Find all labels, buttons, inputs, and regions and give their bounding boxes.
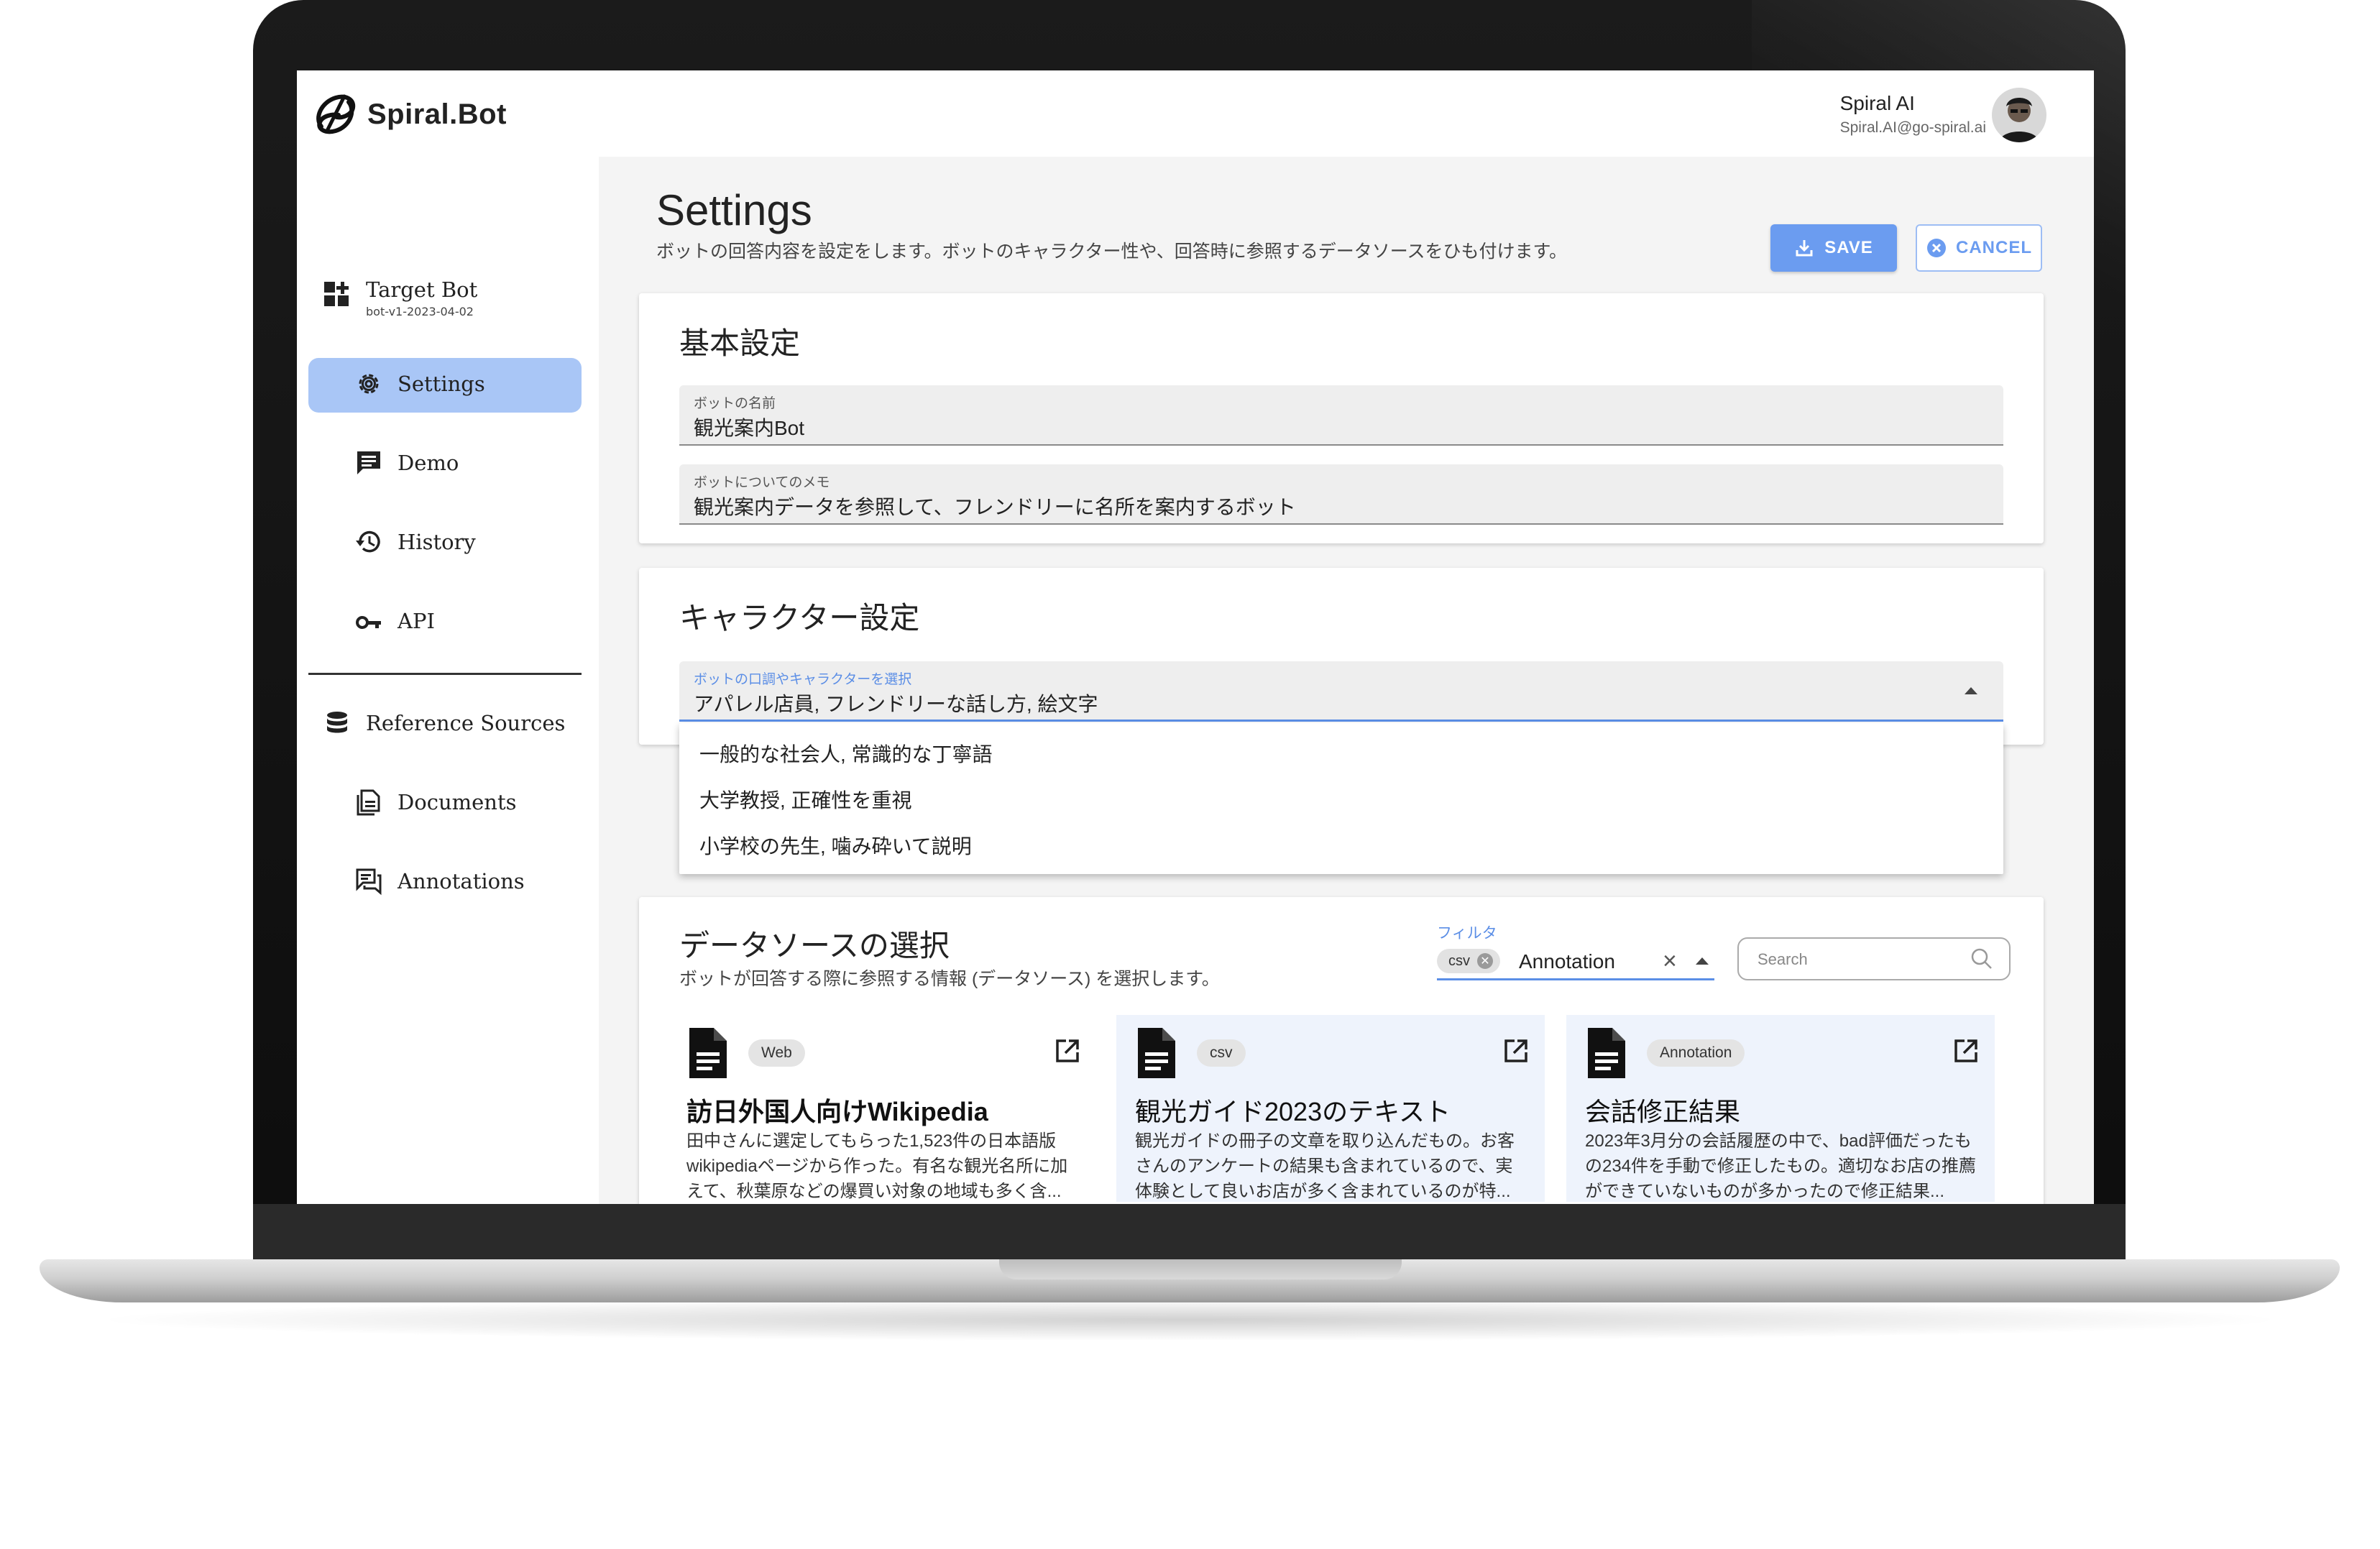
caret-up-icon[interactable]: [1696, 957, 1709, 965]
target-bot-selector[interactable]: Target Bot bot-v1-2023-04-02: [323, 277, 477, 318]
datasource-item-annotation[interactable]: Annotation 会話修正結果 2023年3月分の会話履歴の中で、bad評価…: [1566, 1015, 1995, 1202]
character-select-label: ボットの口調やキャラクターを選択: [694, 672, 912, 687]
filter-chip: csv ✕: [1437, 949, 1500, 973]
sidebar-item-documents[interactable]: Documents: [354, 788, 517, 817]
datasource-description: 田中さんに選定してもらった1,523件の日本語版wikipediaページから作っ…: [686, 1131, 1068, 1201]
datasource-badge: csv: [1197, 1039, 1246, 1067]
documents-icon: [357, 789, 380, 816]
basic-settings-title: 基本設定: [679, 326, 801, 360]
character-select-value: アパレル店員, フレンドリーな話し方, 絵文字: [694, 693, 1098, 715]
datasource-item-csv[interactable]: csv 観光ガイド2023のテキスト 観光ガイドの冊子の文章を取り込んだもの。お…: [1116, 1015, 1545, 1202]
character-settings-card: キャラクター設定 ボットの口調やキャラクターを選択 アパレル店員, フレンドリー…: [639, 568, 2044, 745]
page-title: Settings: [656, 186, 812, 234]
cancel-button-label: CANCEL: [1956, 238, 2032, 257]
open-in-new-icon[interactable]: [1952, 1037, 1980, 1065]
menu-option[interactable]: 小学校の先生, 噛み砕いて説明: [699, 831, 972, 860]
document-icon: [1588, 1028, 1625, 1078]
datasource-title: 会話修正結果: [1585, 1097, 1741, 1126]
laptop-shadow: [86, 1298, 2293, 1341]
datasource-card: データソースの選択 ボットが回答する際に参照する情報 (データソース) を選択し…: [639, 897, 2044, 1204]
filter-chip-label: csv: [1448, 952, 1470, 969]
datasource-badge: Annotation: [1647, 1039, 1745, 1067]
app-header: Spiral.Bot Spiral AI Spiral.AI@go-spiral…: [297, 70, 2094, 169]
search-input[interactable]: Search: [1737, 937, 2011, 980]
chat-icon: [357, 451, 380, 474]
sidebar-item-demo[interactable]: Demo: [354, 449, 459, 477]
clear-filter-icon[interactable]: ×: [1663, 947, 1677, 975]
bot-name-field[interactable]: ボットの名前 観光案内Bot: [679, 385, 2003, 446]
sidebar: Target Bot bot-v1-2023-04-02 Settings De…: [297, 157, 599, 1204]
sidebar-item-api[interactable]: API: [354, 607, 435, 635]
annotations-icon: [356, 868, 382, 896]
character-options-menu: 一般的な社会人, 常識的な丁寧語 大学教授, 正確性を重視 小学校の先生, 噛み…: [679, 723, 2003, 874]
cancel-button[interactable]: CANCEL: [1916, 224, 2042, 272]
datasource-subtitle: ボットが回答する際に参照する情報 (データソース) を選択します。: [679, 969, 1220, 989]
key-icon: [356, 616, 381, 629]
filter-select[interactable]: csv ✕ Annotation ×: [1437, 940, 1714, 980]
target-bot-id: bot-v1-2023-04-02: [366, 305, 474, 318]
sidebar-item-label: Demo: [398, 451, 459, 475]
datasource-title: 訪日外国人向けWikipedia: [686, 1097, 988, 1126]
gear-icon: [359, 374, 379, 394]
logo-text: Spiral.Bot: [367, 98, 507, 130]
sidebar-item-label: Settings: [398, 372, 485, 396]
sidebar-divider: [308, 673, 582, 675]
caret-up-icon[interactable]: [1965, 687, 1977, 694]
bot-name-value: 観光案内Bot: [694, 417, 805, 439]
datasource-title: データソースの選択: [679, 929, 950, 962]
save-button[interactable]: SAVE: [1770, 224, 1897, 272]
search-placeholder: Search: [1758, 950, 1808, 968]
open-in-new-icon[interactable]: [1502, 1037, 1530, 1065]
open-in-new-icon[interactable]: [1053, 1037, 1082, 1065]
main-content: Settings ボットの回答内容を設定をします。ボットのキャラクター性や、回答…: [599, 157, 2094, 1204]
document-icon: [689, 1028, 727, 1078]
sidebar-item-label: Annotations: [398, 869, 525, 893]
datasource-description: 観光ガイドの冊子の文章を取り込んだもの。お客さんのアンケートの結果も含まれている…: [1135, 1131, 1515, 1201]
menu-option[interactable]: 大学教授, 正確性を重視: [699, 785, 912, 814]
user-info: Spiral AI Spiral.AI@go-spiral.ai: [1840, 92, 1986, 137]
bot-memo-label: ボットについてのメモ: [694, 475, 830, 490]
logo[interactable]: Spiral.Bot: [311, 89, 507, 139]
search-icon: [1971, 948, 1992, 969]
target-bot-label: Target Bot: [366, 277, 478, 302]
download-icon: [1796, 240, 1813, 257]
character-select[interactable]: ボットの口調やキャラクターを選択 アパレル店員, フレンドリーな話し方, 絵文字: [679, 661, 2003, 722]
cancel-circle-icon: [1927, 239, 1946, 257]
sidebar-item-label: History: [398, 530, 476, 554]
laptop-notch: [999, 1259, 1402, 1279]
save-button-label: SAVE: [1824, 238, 1873, 257]
bot-name-label: ボットの名前: [694, 396, 776, 411]
sidebar-item-history[interactable]: History: [354, 528, 476, 556]
database-icon: [327, 712, 347, 733]
avatar-icon: [1992, 88, 2046, 142]
filter-value: Annotation: [1519, 950, 1615, 973]
user-name: Spiral AI: [1839, 92, 1915, 114]
sidebar-item-label: Reference Sources: [366, 711, 566, 735]
sidebar-item-reference-sources[interactable]: Reference Sources: [323, 709, 565, 737]
datasource-badge: Web: [748, 1039, 805, 1067]
page-subtitle: ボットの回答内容を設定をします。ボットのキャラクター性や、回答時に参照するデータ…: [656, 242, 1568, 262]
avatar[interactable]: [1992, 88, 2046, 142]
datasource-description: 2023年3月分の会話履歴の中で、bad評価だったもの234件を手動で修正したも…: [1585, 1131, 1977, 1201]
app-screen: Spiral.Bot Spiral AI Spiral.AI@go-spiral…: [297, 70, 2094, 1204]
document-icon: [1138, 1028, 1175, 1078]
menu-option[interactable]: 一般的な社会人, 常識的な丁寧語: [699, 739, 993, 768]
basic-settings-card: 基本設定 ボットの名前 観光案内Bot ボットについてのメモ 観光案内データを参…: [639, 293, 2044, 543]
dashboard-add-icon: [324, 282, 349, 306]
bot-memo-field[interactable]: ボットについてのメモ 観光案内データを参照して、フレンドリーに名所を案内するボッ…: [679, 464, 2003, 525]
sidebar-item-annotations[interactable]: Annotations: [354, 867, 525, 896]
bot-memo-value: 観光案内データを参照して、フレンドリーに名所を案内するボット: [694, 496, 1296, 518]
datasource-title: 観光ガイド2023のテキスト: [1135, 1097, 1451, 1126]
user-email: Spiral.AI@go-spiral.ai: [1839, 119, 1986, 136]
sidebar-item-label: API: [398, 609, 435, 633]
datasource-item-web[interactable]: Web 訪日外国人向けWikipedia 田中さんに選定してもらった1,523件…: [668, 1015, 1096, 1202]
history-icon: [356, 530, 380, 553]
sidebar-item-settings[interactable]: Settings: [354, 369, 485, 398]
laptop-chin: [253, 1204, 2126, 1265]
spiral-logo-icon: [316, 94, 356, 134]
chip-remove-icon[interactable]: ✕: [1477, 953, 1493, 969]
character-settings-title: キャラクター設定: [679, 601, 920, 635]
sidebar-item-label: Documents: [398, 790, 517, 814]
